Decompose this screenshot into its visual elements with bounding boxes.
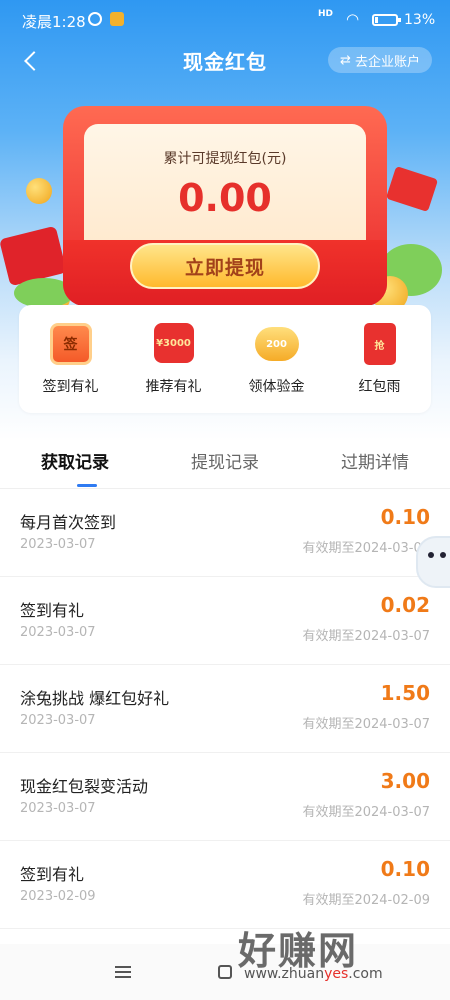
record-expiry: 有效期至2024-03-07 (302, 717, 430, 732)
coin-decoration (26, 178, 52, 204)
record-expiry: 有效期至2024-02-09 (302, 893, 430, 908)
watermark-url: www.zhuanyes.com (244, 966, 383, 982)
record-title: 每月首次签到 (20, 513, 117, 532)
action-red-envelope-rain[interactable]: 抢 红包雨 (328, 305, 431, 413)
withdrawable-amount: 0.00 (178, 176, 272, 220)
referral-voucher-icon: ¥3000 (153, 323, 194, 363)
tab-earned-records[interactable]: 获取记录 (0, 448, 150, 488)
record-date: 2023-03-07 (20, 801, 96, 816)
record-amount: 0.10 (380, 857, 430, 881)
notification-app-icon (110, 12, 124, 26)
enterprise-account-button[interactable]: ⇄ 去企业账户 (328, 47, 432, 73)
home-icon[interactable] (218, 965, 232, 979)
list-item: 现金红包裂变活动 2023-03-07 3.00 有效期至2024-03-07 (0, 753, 450, 841)
wifi-icon: ◠ (346, 10, 360, 28)
record-expiry: 有效期至2024-03-07 (302, 805, 430, 820)
action-label: 推荐有礼 (145, 379, 202, 395)
battery-icon (372, 14, 401, 26)
mascot-eye (440, 552, 446, 558)
status-time: 凌晨1:28 (22, 13, 86, 31)
list-item: 涂兔挑战 爆红包好礼 2023-03-07 1.50 有效期至2024-03-0… (0, 665, 450, 753)
record-amount: 0.10 (380, 505, 430, 529)
action-label: 签到有礼 (42, 379, 99, 395)
withdrawable-label: 累计可提现红包(元) (163, 151, 287, 167)
battery-percent: 13% (404, 12, 436, 28)
record-date: 2023-03-07 (20, 713, 96, 728)
switch-arrows-icon: ⇄ (340, 52, 351, 68)
record-title: 涂兔挑战 爆红包好礼 (20, 689, 170, 708)
record-tabs: 获取记录 提现记录 过期详情 (0, 448, 450, 488)
status-bar: 凌晨1:28 HD ◠ 13% (0, 0, 450, 40)
record-date: 2023-02-09 (20, 889, 96, 904)
record-title: 签到有礼 (20, 865, 85, 884)
enterprise-account-label: 去企业账户 (354, 54, 420, 70)
list-item: 签到有礼 2023-03-07 0.02 有效期至2024-03-07 (0, 577, 450, 665)
floating-mascot-icon[interactable] (416, 536, 450, 588)
network-type: HD (318, 9, 334, 19)
sign-in-calendar-icon: 签 (49, 323, 92, 365)
watermark-url-highlight: yes (324, 966, 349, 982)
record-title: 签到有礼 (20, 601, 85, 620)
piggy-bank-icon: 200 (254, 327, 299, 361)
action-label: 红包雨 (358, 379, 401, 395)
record-expiry: 有效期至2024-03-07 (302, 629, 430, 644)
tab-withdraw-records[interactable]: 提现记录 (150, 448, 300, 488)
active-tab-indicator (77, 484, 97, 487)
red-envelope-icon: 抢 (363, 323, 396, 365)
action-referral[interactable]: ¥3000 推荐有礼 (122, 305, 225, 413)
record-date: 2023-03-07 (20, 625, 96, 640)
menu-icon[interactable] (115, 966, 131, 978)
list-item: 签到有礼 2023-02-09 0.10 有效期至2024-02-09 (0, 841, 450, 929)
watermark-url-prefix: www.zhuan (244, 966, 325, 982)
battery-level (375, 17, 378, 23)
tab-expired-details[interactable]: 过期详情 (300, 448, 450, 488)
quick-actions: 签 签到有礼 ¥3000 推荐有礼 200 领体验金 抢 红包雨 (19, 305, 431, 413)
record-date: 2023-03-07 (20, 537, 96, 552)
record-expiry: 有效期至2024-03-07 (302, 541, 430, 556)
action-label: 领体验金 (248, 379, 305, 395)
watermark-url-suffix: .com (348, 966, 383, 982)
record-amount: 3.00 (380, 769, 430, 793)
action-sign-in[interactable]: 签 签到有礼 (19, 305, 122, 413)
records-list: 每月首次签到 2023-03-07 0.10 有效期至2024-03-07 签到… (0, 489, 450, 929)
mascot-eye (428, 552, 434, 558)
alarm-icon (88, 12, 102, 26)
action-trial-gold[interactable]: 200 领体验金 (225, 305, 328, 413)
withdraw-button[interactable]: 立即提现 (130, 243, 320, 289)
list-item: 每月首次签到 2023-03-07 0.10 有效期至2024-03-07 (0, 489, 450, 577)
record-amount: 1.50 (380, 681, 430, 705)
record-amount: 0.02 (380, 593, 430, 617)
record-title: 现金红包裂变活动 (20, 777, 149, 796)
